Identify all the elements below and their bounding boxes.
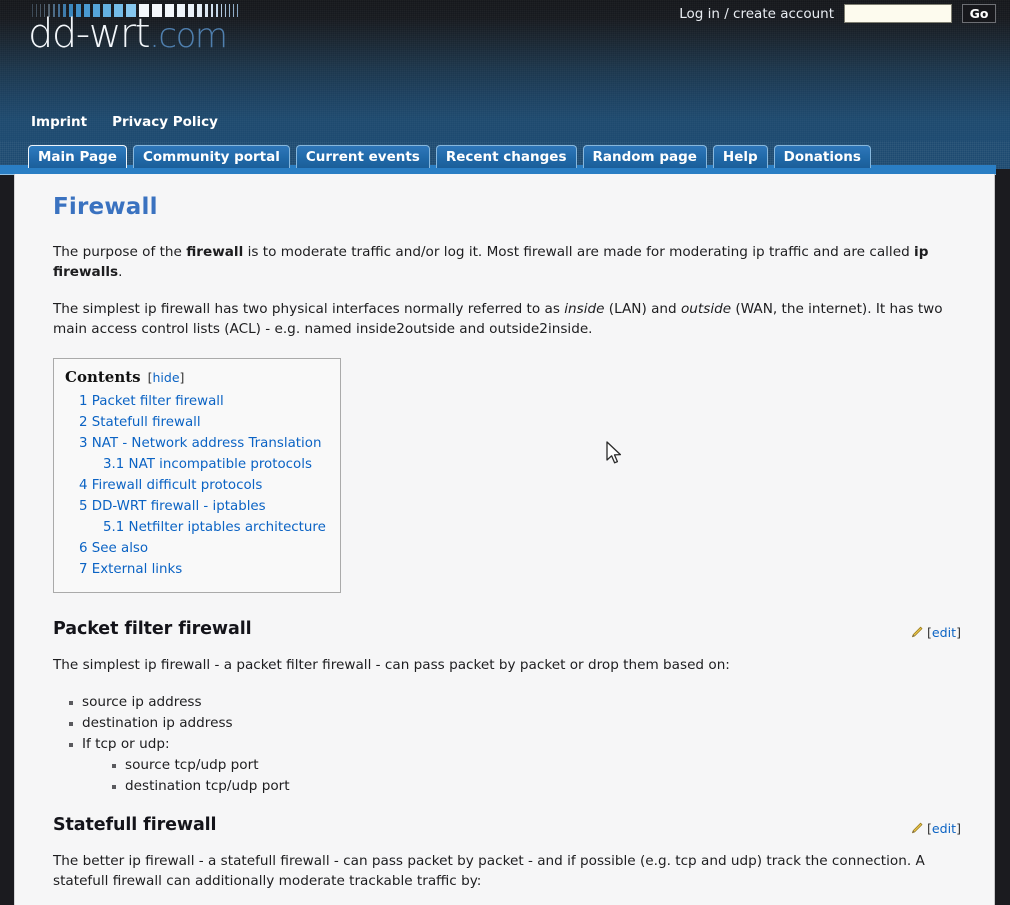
toc-link-packet-filter-firewall[interactable]: 1 Packet filter firewall bbox=[65, 391, 326, 412]
toc-link-see-also[interactable]: 6 See also bbox=[65, 538, 326, 559]
search-input[interactable] bbox=[844, 4, 952, 23]
tab-donations[interactable]: Donations bbox=[773, 145, 871, 168]
logo-bar-segment bbox=[233, 4, 234, 17]
content-area: Firewall The purpose of the firewall is … bbox=[14, 174, 995, 905]
text-run: firewall bbox=[186, 244, 244, 260]
edit-close-bracket: ] bbox=[956, 625, 961, 640]
intro-paragraph: The purpose of the firewall is to modera… bbox=[53, 242, 956, 282]
toc-hide-toggle[interactable]: [hide] bbox=[148, 370, 185, 385]
toc-link-nat-network-address-translation[interactable]: 3 NAT - Network address Translation bbox=[65, 433, 326, 454]
edit-link[interactable]: [edit] bbox=[927, 625, 961, 640]
table-of-contents: Contents [hide] 1 Packet filter firewall… bbox=[53, 358, 341, 593]
privacy-policy-link[interactable]: Privacy Policy bbox=[112, 114, 218, 130]
text-run: is to moderate traffic and/or log it. Mo… bbox=[243, 244, 915, 260]
meta-links: Imprint Privacy Policy bbox=[31, 114, 218, 130]
text-run: The purpose of the bbox=[53, 244, 187, 260]
toc-toggle-label: hide bbox=[152, 370, 180, 385]
navigation-tabs: Main Page Community portal Current events R… bbox=[28, 144, 871, 168]
toc-entry: 6 See also bbox=[65, 538, 326, 559]
text-run: . bbox=[118, 264, 123, 280]
toc-entry: 2 Statefull firewall bbox=[65, 412, 326, 433]
site-logo[interactable]: dd-wrt.com bbox=[28, 11, 228, 57]
toc-entry: 5.1 Netfilter iptables architecture bbox=[65, 517, 326, 538]
bullet-list: source tcp/udp port destination tcp/udp p… bbox=[82, 755, 961, 797]
text-run: inside bbox=[564, 301, 605, 317]
section-header: Packet filter firewall [edit] bbox=[53, 619, 961, 642]
section-header: Statefull firewall [edit] bbox=[53, 815, 961, 838]
edit-label: edit bbox=[931, 821, 957, 836]
text-run: outside bbox=[680, 301, 732, 317]
section-paragraph: The simplest ip firewall - a packet filt… bbox=[53, 657, 730, 673]
toc-entry: 4 Firewall difficult protocols bbox=[65, 475, 326, 496]
login-search-row: Log in / create account Go bbox=[679, 4, 996, 23]
logo-secondary-text: .com bbox=[149, 16, 228, 56]
section-heading: Packet filter firewall bbox=[53, 619, 252, 639]
list-item: destination ip address bbox=[67, 713, 961, 734]
section-edit-control: [edit] bbox=[910, 625, 961, 640]
list-item-label: If tcp or udp: bbox=[82, 736, 170, 752]
logo-bar-segment bbox=[237, 4, 238, 17]
text-run: (LAN) and bbox=[604, 301, 681, 317]
tab-recent-changes[interactable]: Recent changes bbox=[435, 145, 577, 168]
pencil-icon bbox=[911, 626, 923, 638]
section-edit-control: [edit] bbox=[910, 821, 961, 836]
list-item-label: destination ip address bbox=[82, 715, 233, 731]
toc-entry: 3.1 NAT incompatible protocols bbox=[65, 454, 326, 475]
toc-link-dd-wrt-firewall-iptables[interactable]: 5 DD-WRT firewall - iptables bbox=[65, 496, 326, 517]
section-paragraph: The better ip firewall - a statefull fir… bbox=[53, 853, 925, 889]
intro-paragraph: The simplest ip firewall has two physica… bbox=[53, 299, 956, 339]
bullet-list: source ip address destination ip address I… bbox=[53, 692, 961, 797]
tab-current-events[interactable]: Current events bbox=[295, 145, 430, 168]
pencil-icon bbox=[911, 822, 923, 834]
toc-entry: 5 DD-WRT firewall - iptables bbox=[65, 496, 326, 517]
browser-page: dd-wrt.com Log in / create account Go Im… bbox=[0, 0, 1010, 905]
go-button[interactable]: Go bbox=[962, 4, 996, 23]
list-item-label: destination tcp/udp port bbox=[125, 778, 290, 794]
article-sections: Packet filter firewall [edit] The simplest… bbox=[53, 619, 961, 905]
edit-close-bracket: ] bbox=[956, 821, 961, 836]
toc-entry: 3 NAT - Network address Translation bbox=[65, 433, 326, 454]
list-item-label: source tcp/udp port bbox=[125, 757, 259, 773]
list-item-label: source ip address bbox=[82, 694, 202, 710]
toc-link-nat-incompatible-protocols[interactable]: 3.1 NAT incompatible protocols bbox=[65, 454, 326, 475]
toc-list: 1 Packet filter firewall 2 Statefull fire… bbox=[65, 391, 326, 580]
tab-main-page[interactable]: Main Page bbox=[28, 145, 127, 168]
login-create-account-link[interactable]: Log in / create account bbox=[679, 6, 834, 22]
list-item: If tcp or udp: source tcp/udp port destina… bbox=[67, 734, 961, 797]
toc-title: Contents bbox=[65, 368, 141, 386]
text-run: The simplest ip firewall has two physica… bbox=[53, 301, 565, 317]
tab-help[interactable]: Help bbox=[712, 145, 768, 168]
toc-link-netfilter-iptables-architecture[interactable]: 5.1 Netfilter iptables architecture bbox=[65, 517, 326, 538]
tab-random-page[interactable]: Random page bbox=[582, 145, 707, 168]
toc-link-firewall-difficult-protocols[interactable]: 4 Firewall difficult protocols bbox=[65, 475, 326, 496]
toc-entry: 7 External links bbox=[65, 559, 326, 580]
list-item: source ip address bbox=[67, 692, 961, 713]
toc-link-external-links[interactable]: 7 External links bbox=[65, 559, 326, 580]
list-item: source tcp/udp port bbox=[110, 755, 961, 776]
intro-paragraphs: The purpose of the firewall is to modera… bbox=[53, 242, 961, 339]
toc-entry: 1 Packet filter firewall bbox=[65, 391, 326, 412]
toc-link-statefull-firewall[interactable]: 2 Statefull firewall bbox=[65, 412, 326, 433]
edit-link[interactable]: [edit] bbox=[927, 821, 961, 836]
page-title: Firewall bbox=[53, 194, 158, 220]
logo-bar-segment bbox=[229, 4, 230, 17]
toc-header: Contents [hide] bbox=[65, 368, 326, 386]
list-item: destination tcp/udp port bbox=[110, 776, 961, 797]
tab-community-portal[interactable]: Community portal bbox=[132, 145, 290, 168]
site-header: dd-wrt.com Log in / create account Go Im… bbox=[0, 0, 1010, 141]
imprint-link[interactable]: Imprint bbox=[31, 114, 87, 130]
logo-primary-text: dd-wrt bbox=[28, 11, 151, 57]
section-heading: Statefull firewall bbox=[53, 815, 217, 835]
toc-toggle-close-bracket: ] bbox=[179, 370, 185, 385]
edit-label: edit bbox=[931, 625, 957, 640]
